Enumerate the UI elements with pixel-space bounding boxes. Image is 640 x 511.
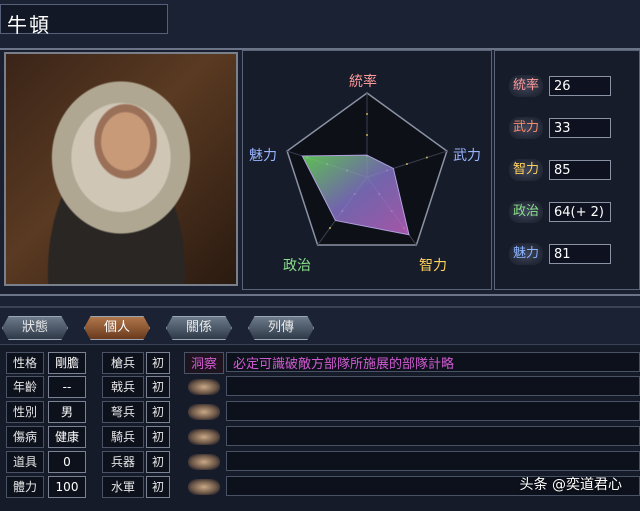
- radar-panel: 統率 武力 智力 政治 魅力: [242, 50, 492, 290]
- stat-value-zhili: 85: [549, 160, 611, 180]
- aptitude-label: 弩兵: [102, 401, 144, 423]
- tab-personal[interactable]: 個人: [84, 316, 150, 340]
- stat-value-meili: 81: [549, 244, 611, 264]
- trait-description-row: [226, 401, 640, 421]
- radar-tick-dot: [366, 113, 368, 115]
- trait-description: [227, 456, 233, 471]
- profile-value: --: [48, 376, 86, 398]
- radar-tick-dot: [405, 163, 408, 166]
- trait-description: [227, 406, 233, 421]
- aptitude-label: 兵器: [102, 451, 144, 473]
- aptitude-value: 初: [146, 451, 170, 473]
- profile-value: 剛膽: [48, 352, 86, 374]
- profile-label: 性格: [6, 352, 44, 374]
- trait-description-row: [226, 376, 640, 396]
- stat-label-zhili: 智力: [509, 159, 543, 181]
- stat-label-tonglv: 統率: [509, 75, 543, 97]
- aptitude-label: 槍兵: [102, 352, 144, 374]
- tab-biography[interactable]: 列傳: [248, 316, 314, 340]
- radar-tick-dot: [328, 226, 331, 229]
- aptitude-value: 初: [146, 426, 170, 448]
- profile-value: 100: [48, 476, 86, 498]
- trait-description-row: 必定可識破敵方部隊所施展的部隊計略: [226, 352, 640, 372]
- radar-tick-dot: [366, 134, 368, 136]
- trait-description: [227, 431, 233, 446]
- trait-slot-active[interactable]: 洞察: [184, 352, 224, 374]
- aptitude-value: 初: [146, 376, 170, 398]
- stat-value-tonglv: 26: [549, 76, 611, 96]
- trait-description: [227, 481, 233, 496]
- character-name: 牛頓: [7, 13, 51, 37]
- profile-label: 體力: [6, 476, 44, 498]
- radar-tick-dot: [425, 156, 428, 159]
- trait-description-row: [226, 451, 640, 471]
- trait-slot-empty[interactable]: [188, 429, 220, 445]
- trait-slot-empty[interactable]: [188, 404, 220, 420]
- aptitude-label: 水軍: [102, 476, 144, 498]
- radar-label-meili: 魅力: [249, 148, 277, 164]
- stat-value-zhengzhi: 64(+ 2): [549, 202, 611, 222]
- stat-label-meili: 魅力: [509, 243, 543, 265]
- trait-description: [227, 381, 233, 396]
- stat-value-wuli: 33: [549, 118, 611, 138]
- aptitude-label: 戟兵: [102, 376, 144, 398]
- trait-slot-empty[interactable]: [188, 454, 220, 470]
- stat-label-zhengzhi: 政治: [509, 201, 543, 223]
- aptitude-value: 初: [146, 352, 170, 374]
- radar-label-zhengzhi: 政治: [283, 258, 311, 274]
- character-portrait: [4, 52, 238, 286]
- radar-label-zhili: 智力: [419, 258, 447, 274]
- profile-value: 0: [48, 451, 86, 473]
- profile-label: 年齡: [6, 376, 44, 398]
- tab-status[interactable]: 狀態: [2, 316, 68, 340]
- aptitude-value: 初: [146, 401, 170, 423]
- profile-label: 道具: [6, 451, 44, 473]
- character-name-box: 牛頓: [0, 4, 168, 37]
- profile-label: 性別: [6, 401, 44, 423]
- radar-label-wuli: 武力: [453, 148, 481, 164]
- aptitude-label: 騎兵: [102, 426, 144, 448]
- profile-value: 健康: [48, 426, 86, 448]
- watermark: 头条 @奕道君心: [519, 477, 622, 493]
- trait-description-row: [226, 426, 640, 446]
- tab-divider: [0, 306, 640, 308]
- aptitude-value: 初: [146, 476, 170, 498]
- stats-panel: 統率 26 武力 33 智力 85 政治 64(+ 2) 魅力 81: [494, 50, 640, 290]
- tab-relations[interactable]: 關係: [166, 316, 232, 340]
- radar-label-tonglv: 統率: [349, 74, 377, 90]
- profile-label: 傷病: [6, 426, 44, 448]
- stat-label-wuli: 武力: [509, 117, 543, 139]
- profile-value: 男: [48, 401, 86, 423]
- trait-name: 洞察: [190, 357, 217, 372]
- trait-description: 必定可識破敵方部隊所施展的部隊計略: [233, 357, 455, 372]
- trait-slot-empty[interactable]: [188, 379, 220, 395]
- trait-slot-empty[interactable]: [188, 479, 220, 495]
